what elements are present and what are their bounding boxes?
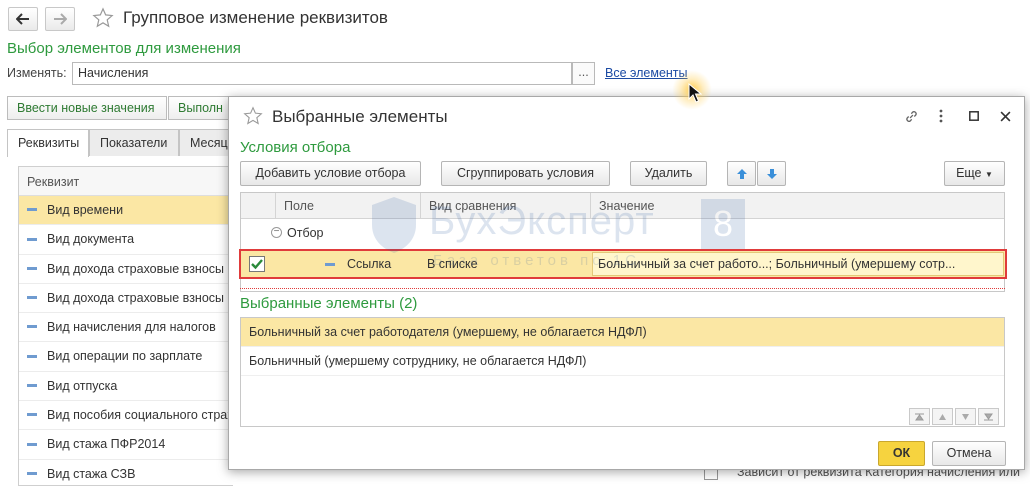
ok-button[interactable]: ОК — [878, 441, 925, 466]
link-button[interactable] — [901, 106, 921, 126]
highlight-dotted-line — [240, 288, 1005, 289]
condition-field: Ссылка — [347, 257, 392, 271]
more-button[interactable]: Еще ▼ — [944, 161, 1005, 186]
cancel-button[interactable]: Отмена — [932, 441, 1006, 466]
first-icon — [915, 413, 924, 420]
column-header-field[interactable]: Поле — [275, 193, 420, 219]
up-icon — [939, 413, 946, 420]
list-item[interactable]: Вид времени — [19, 196, 233, 226]
list-item[interactable]: Вид стажа ПФР2014 — [19, 430, 233, 460]
filter-condition-row[interactable]: Ссылка В списке Больничный за счет работ… — [239, 249, 1007, 279]
list-item[interactable]: Вид операции по зарплате — [19, 342, 233, 372]
requisites-list: Реквизит Вид времени Вид документа Вид д… — [18, 166, 233, 486]
tab-enter-new-values[interactable]: Ввести новые значения — [7, 96, 167, 120]
item-marker-icon — [27, 354, 37, 358]
list-item[interactable]: Вид дохода страховые взносы — [19, 255, 233, 284]
item-marker-icon — [27, 383, 37, 387]
group-conditions-button[interactable]: Сгруппировать условия — [441, 161, 610, 186]
arrow-up-icon — [736, 169, 747, 179]
move-up-button[interactable] — [727, 161, 756, 186]
scroll-down-button[interactable] — [955, 408, 976, 425]
back-button[interactable] — [8, 7, 38, 31]
section-title: Выбор элементов для изменения — [7, 40, 241, 57]
close-icon — [1000, 111, 1010, 121]
arrow-right-icon — [54, 13, 67, 25]
delete-button[interactable]: Удалить — [630, 161, 707, 186]
favorite-star-icon[interactable] — [92, 7, 114, 29]
column-header-value[interactable]: Значение — [590, 193, 1005, 219]
item-marker-icon — [27, 296, 37, 300]
selected-elements-dialog: Выбранные элементы Условия отбора Добави… — [228, 96, 1025, 470]
list-item[interactable]: Вид документа — [19, 225, 233, 255]
list-item[interactable]: Вид дохода страховые взносы — [19, 284, 233, 314]
dropdown-arrow-icon: ▼ — [985, 170, 993, 179]
close-button[interactable] — [995, 106, 1015, 126]
collapse-icon[interactable]: − — [271, 227, 282, 238]
condition-checkbox[interactable] — [249, 256, 265, 272]
list-item[interactable]: Вид стажа СЗВ — [19, 460, 233, 485]
list-item[interactable]: Вид отпуска — [19, 372, 233, 402]
change-label: Изменять: — [7, 66, 67, 80]
forward-button[interactable] — [45, 7, 75, 31]
conditions-title: Условия отбора — [240, 139, 351, 156]
mouse-cursor-icon — [688, 83, 702, 103]
change-object-field[interactable]: Начисления — [72, 62, 572, 85]
checkmark-icon — [251, 259, 263, 270]
select-object-button[interactable]: ... — [572, 62, 595, 85]
tab-month[interactable]: Месяц — [179, 129, 231, 156]
list-item[interactable]: Вид начисления для налогов — [19, 313, 233, 343]
selected-elements-list: Больничный за счет работодателя (умершем… — [240, 317, 1005, 427]
condition-value[interactable]: Больничный за счет работо...; Больничный… — [592, 252, 1004, 276]
grid-header: Поле Вид сравнения Значение — [241, 193, 1004, 219]
arrow-left-icon — [16, 13, 29, 25]
scroll-bottom-button[interactable] — [978, 408, 999, 425]
list-item[interactable]: Вид пособия социального страхования — [19, 401, 233, 431]
item-marker-icon — [27, 471, 37, 475]
tab-execute[interactable]: Выполн — [168, 96, 230, 120]
dialog-title: Выбранные элементы — [272, 107, 448, 126]
tab-requisites[interactable]: Реквизиты — [7, 129, 89, 157]
item-marker-icon — [27, 442, 37, 446]
link-icon — [905, 110, 917, 122]
scroll-up-button[interactable] — [932, 408, 953, 425]
favorite-star-icon[interactable] — [243, 106, 263, 126]
move-down-button[interactable] — [757, 161, 786, 186]
add-condition-button[interactable]: Добавить условие отбора — [240, 161, 421, 186]
tab-indicators[interactable]: Показатели — [89, 129, 179, 156]
page-title: Групповое изменение реквизитов — [123, 8, 388, 27]
filter-group-row[interactable]: − Отбор — [241, 219, 1004, 248]
item-marker-icon — [27, 208, 37, 212]
checkbox-column-header — [241, 193, 275, 219]
arrow-down-icon — [766, 169, 777, 179]
more-menu-button[interactable] — [931, 106, 951, 126]
selected-elements-title: Выбранные элементы (2) — [240, 295, 418, 312]
main-toolbar: Групповое изменение реквизитов — [0, 0, 1030, 38]
list-item[interactable]: Больничный за счет работодателя (умершем… — [241, 318, 1004, 347]
last-icon — [984, 413, 993, 420]
field-marker-icon — [325, 263, 335, 266]
maximize-icon — [969, 111, 979, 121]
down-icon — [962, 413, 969, 420]
condition-comparison: В списке — [427, 257, 478, 271]
item-marker-icon — [27, 413, 37, 417]
item-marker-icon — [27, 237, 37, 241]
maximize-button[interactable] — [964, 106, 984, 126]
filter-group-label: Отбор — [287, 226, 324, 240]
more-vertical-icon — [939, 109, 943, 123]
scroll-top-button[interactable] — [909, 408, 930, 425]
list-header: Реквизит — [19, 167, 233, 196]
item-marker-icon — [27, 325, 37, 329]
column-header-comparison[interactable]: Вид сравнения — [420, 193, 590, 219]
filter-grid: Поле Вид сравнения Значение − Отбор Ссыл… — [239, 192, 1007, 292]
list-navigation — [909, 408, 999, 425]
item-marker-icon — [27, 266, 37, 270]
list-item[interactable]: Больничный (умершему сотруднику, не обла… — [241, 347, 1004, 376]
